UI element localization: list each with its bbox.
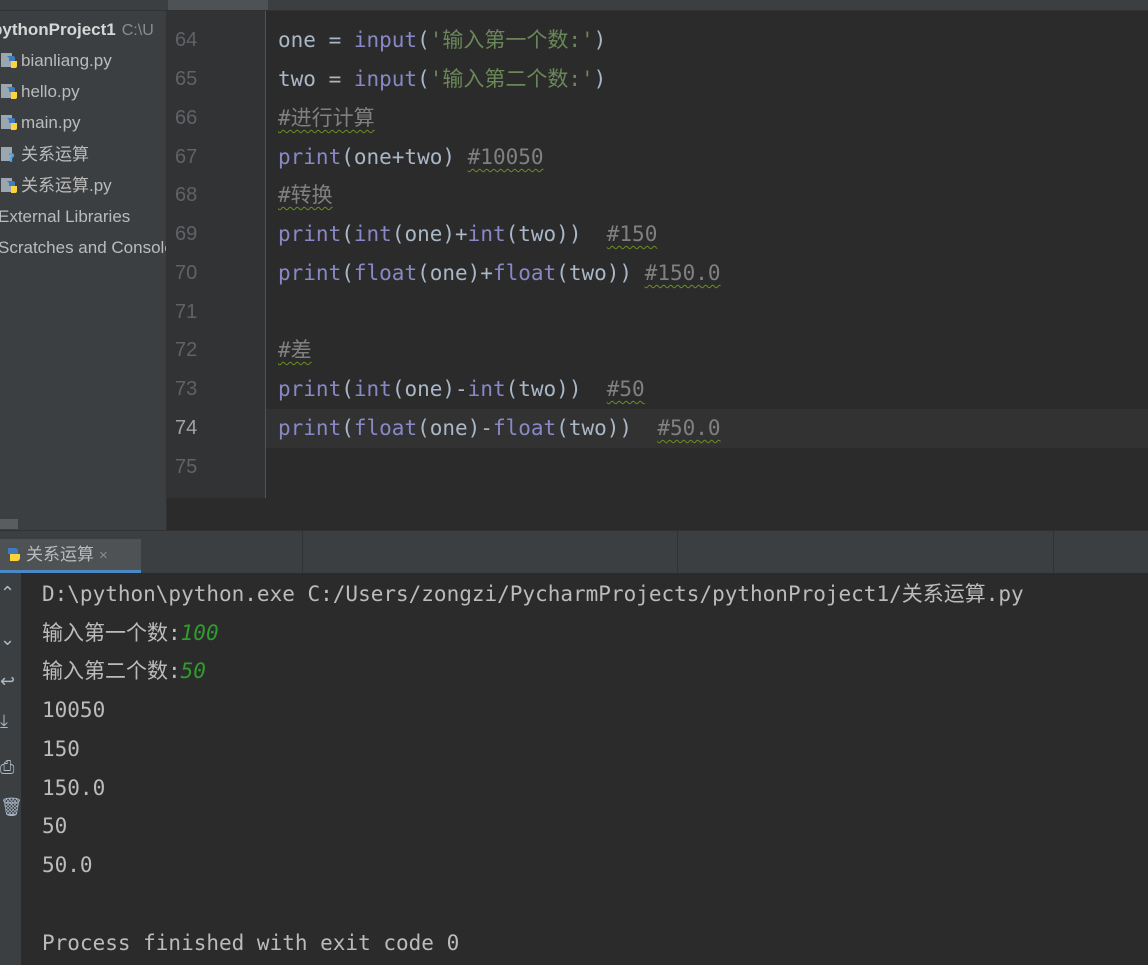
close-icon[interactable]: × bbox=[99, 547, 108, 564]
tree-item-label: External Libraries bbox=[0, 207, 131, 226]
code-line-73[interactable]: print(int(one)-int(two)) #50 bbox=[278, 370, 645, 409]
tree-item-hello[interactable]: hello.py bbox=[0, 79, 80, 105]
line-number: 64 bbox=[175, 29, 198, 51]
line-number: 72 bbox=[175, 339, 198, 361]
code-editor[interactable]: 64 65 66 67 68 69 70 71 72 73 74 75 one … bbox=[167, 11, 1148, 498]
project-panel: pythonProject1 C:\U bianliang.py hello.py… bbox=[0, 11, 166, 516]
console-prompt: 输入第一个数: bbox=[42, 621, 181, 645]
editor-bottom-area bbox=[167, 498, 1148, 530]
project-root[interactable]: pythonProject1 C:\U bbox=[0, 17, 154, 43]
line-number-current: 74 bbox=[175, 417, 198, 439]
tree-item-label: 关系运算 bbox=[21, 145, 89, 164]
console-prompt-line: 输入第二个数:50 bbox=[42, 652, 206, 690]
tree-item-external-libraries[interactable]: External Libraries bbox=[0, 204, 130, 230]
divider bbox=[677, 531, 678, 573]
project-root-name: pythonProject1 bbox=[0, 20, 116, 39]
divider bbox=[302, 531, 303, 573]
python-file-icon bbox=[0, 176, 18, 194]
tree-item-label: 关系运算.py bbox=[21, 176, 112, 195]
tree-item-run-config[interactable]: ? 关系运算 bbox=[0, 142, 89, 168]
code-line-66[interactable]: #进行计算 bbox=[278, 99, 375, 138]
line-number: 71 bbox=[175, 301, 198, 323]
svg-text:?: ? bbox=[8, 151, 15, 163]
tree-item-label: hello.py bbox=[21, 82, 80, 101]
code-line-64[interactable]: one = input('输入第一个数:') bbox=[278, 21, 606, 60]
editor-tab-strip bbox=[0, 0, 1148, 11]
run-console[interactable]: D:\python\python.exe C:/Users/zongzi/Pyc… bbox=[21, 573, 1148, 965]
code-line-68[interactable]: #转换 bbox=[278, 176, 333, 215]
console-output-line: 150 bbox=[42, 737, 80, 761]
tree-item-label: main.py bbox=[21, 113, 81, 132]
console-prompt-line: 输入第一个数:100 bbox=[42, 614, 219, 652]
line-number: 67 bbox=[175, 146, 198, 168]
console-output-line: 50 bbox=[42, 814, 68, 838]
divider bbox=[1053, 531, 1054, 573]
line-number: 70 bbox=[175, 262, 198, 284]
console-user-input: 50 bbox=[180, 659, 206, 683]
line-number: 73 bbox=[175, 378, 198, 400]
soft-wrap-icon[interactable]: ↩ bbox=[0, 671, 21, 692]
run-tool-window-header: 关系运算 × bbox=[0, 530, 1148, 573]
tree-item-scratches[interactable]: Scratches and Consoles bbox=[0, 235, 166, 261]
project-horizontal-scrollbar[interactable] bbox=[0, 516, 166, 530]
python-file-icon bbox=[0, 113, 18, 131]
scroll-to-end-icon[interactable]: ⤓ bbox=[0, 711, 21, 732]
line-number-gutter: 64 65 66 67 68 69 70 71 72 73 74 75 bbox=[167, 11, 265, 498]
python-file-icon bbox=[0, 82, 18, 100]
scrollbar-thumb[interactable] bbox=[0, 519, 18, 529]
console-user-input: 100 bbox=[180, 621, 219, 645]
run-toolbar: ⌃ ⌄ ↩ ⤓ ⎙ 🗑 bbox=[0, 573, 23, 965]
line-number: 75 bbox=[175, 456, 198, 478]
line-number: 69 bbox=[175, 223, 198, 245]
run-tab-label: 关系运算 bbox=[26, 545, 94, 564]
scroll-up-icon[interactable]: ⌃ bbox=[0, 583, 21, 604]
code-line-67[interactable]: print(one+two) #10050 bbox=[278, 138, 544, 177]
tree-item-label: bianliang.py bbox=[21, 51, 112, 70]
tree-item-label: Scratches and Consoles bbox=[0, 238, 166, 257]
project-root-path: C:\U bbox=[121, 22, 154, 39]
line-number: 65 bbox=[175, 68, 198, 90]
code-line-70[interactable]: print(float(one)+float(two)) #150.0 bbox=[278, 254, 721, 293]
console-output-line: 10050 bbox=[42, 698, 106, 722]
tree-item-guanxi-py[interactable]: 关系运算.py bbox=[0, 173, 112, 199]
line-number: 68 bbox=[175, 184, 198, 206]
code-line-65[interactable]: two = input('输入第二个数:') bbox=[278, 60, 606, 99]
code-line-74[interactable]: print(float(one)-float(two)) #50.0 bbox=[278, 409, 721, 448]
console-prompt: 输入第二个数: bbox=[42, 659, 181, 683]
run-tab[interactable]: 关系运算 × bbox=[0, 539, 141, 573]
scroll-down-icon[interactable]: ⌄ bbox=[0, 629, 21, 650]
code-line-72[interactable]: #差 bbox=[278, 331, 312, 370]
code-line-69[interactable]: print(int(one)+int(two)) #150 bbox=[278, 215, 657, 254]
tree-item-main[interactable]: main.py bbox=[0, 110, 81, 136]
python-file-icon bbox=[0, 51, 18, 69]
console-command: D:\python\python.exe C:/Users/zongzi/Pyc… bbox=[42, 582, 1024, 606]
tree-item-bianliang[interactable]: bianliang.py bbox=[0, 48, 112, 74]
console-output-line: 150.0 bbox=[42, 776, 106, 800]
python-icon bbox=[5, 542, 23, 561]
print-icon[interactable]: ⎙ bbox=[0, 757, 21, 778]
delete-icon[interactable]: 🗑 bbox=[0, 797, 23, 818]
console-exit-message: Process finished with exit code 0 bbox=[42, 931, 460, 955]
line-number: 66 bbox=[175, 107, 198, 129]
console-output-line: 50.0 bbox=[42, 853, 93, 877]
python-run-config-icon: ? bbox=[0, 145, 18, 165]
